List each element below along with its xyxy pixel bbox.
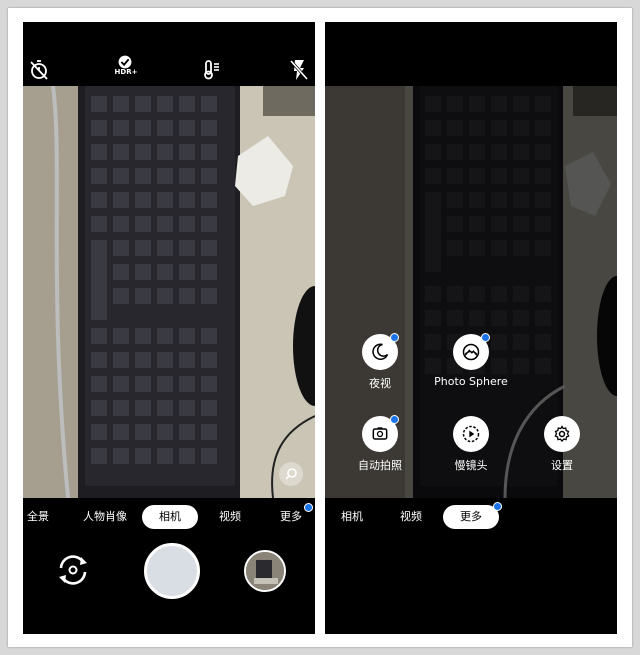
menu-item-photo-sphere[interactable]: Photo Sphere [416, 333, 526, 388]
mode-camera-label: 相机 [159, 510, 181, 523]
moon-icon [372, 343, 389, 360]
mode-more-label: 更多 [460, 510, 482, 523]
slow-motion-icon [462, 425, 480, 443]
mode-more-badge [493, 502, 502, 511]
night-sight-button[interactable] [362, 333, 399, 370]
hdr-plus-label: HDR+ [114, 68, 138, 76]
mode-camera-selected[interactable]: 相机 [142, 505, 198, 529]
menu-label-photo-sphere: Photo Sphere [434, 375, 508, 388]
shutter-button[interactable] [144, 543, 200, 599]
mode-video[interactable]: 视频 [400, 508, 422, 524]
slow-motion-button[interactable] [453, 416, 489, 452]
flash-off-icon[interactable] [287, 58, 311, 82]
menu-item-settings[interactable]: 设置 [507, 416, 617, 473]
camera-viewfinder[interactable] [23, 86, 315, 498]
photo-sphere-button[interactable] [453, 333, 490, 370]
camera-viewfinder-dimmed[interactable]: 夜视 Photo Sphere 自动拍照 慢镜头 设置 [325, 86, 617, 498]
mode-more-selected[interactable]: 更多 [443, 505, 499, 529]
photo-sphere-icon [462, 343, 480, 361]
mode-more-badge [304, 503, 313, 512]
top-bar-empty [325, 22, 617, 86]
magnify-icon [285, 468, 297, 480]
timer-off-icon[interactable] [27, 58, 51, 82]
keyboard-scene-image [23, 86, 315, 498]
menu-label-settings: 设置 [551, 459, 573, 472]
new-badge [481, 333, 490, 342]
new-badge [390, 333, 399, 342]
switch-camera-icon[interactable] [53, 550, 93, 590]
auto-capture-icon [372, 427, 388, 440]
white-balance-icon[interactable] [199, 58, 223, 82]
top-settings-bar: HDR+ [23, 22, 315, 86]
new-badge [390, 415, 399, 424]
gallery-preview-image [246, 552, 284, 590]
auto-capture-button[interactable] [362, 415, 399, 452]
mode-portrait[interactable]: 人物肖像 [83, 508, 127, 524]
zoom-button[interactable] [279, 462, 303, 486]
gear-icon [554, 425, 570, 443]
mode-bar: 全景 人物肖像 相机 视频 更多 [23, 498, 315, 538]
gallery-thumbnail[interactable] [244, 550, 286, 592]
mode-panorama[interactable]: 全景 [27, 508, 49, 524]
mode-video[interactable]: 视频 [219, 508, 241, 524]
settings-button[interactable] [544, 416, 580, 452]
camera-screen-main: HDR+ 全景 人物肖像 相机 视频 更多 [23, 22, 315, 634]
camera-screen-more-menu: 夜视 Photo Sphere 自动拍照 慢镜头 设置 相机 视频 更多 [325, 22, 617, 634]
mode-bar: 相机 视频 更多 [325, 498, 617, 538]
mode-more[interactable]: 更多 [280, 508, 302, 524]
mode-camera[interactable]: 相机 [341, 508, 363, 524]
